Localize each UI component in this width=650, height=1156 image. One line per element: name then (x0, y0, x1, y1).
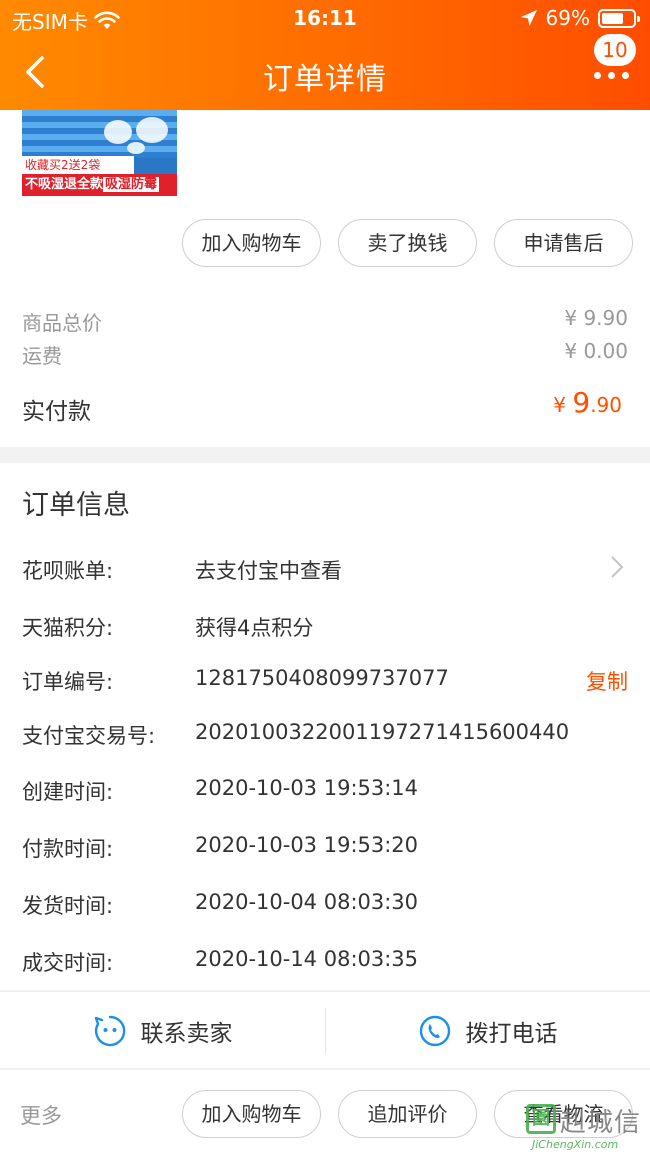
battery-icon (598, 8, 640, 28)
contact-seller-button[interactable]: 联系卖家 (0, 992, 325, 1070)
bottom-action-bar: 更多 加入购物车 追加评价 查看物流 園 赳城信 JiChengXin.com (0, 1070, 650, 1156)
paid-int: 9 (572, 386, 591, 419)
call-phone-label: 拨打电话 (465, 1021, 558, 1047)
chat-face-icon (94, 1015, 125, 1047)
paid-currency: ¥ (553, 393, 573, 417)
shipped-time-row: 发货时间: 2020-10-04 08:03:30 (0, 890, 650, 930)
product-image[interactable]: 收藏买2送2袋 不吸湿退全款 吸湿防霉 (22, 110, 177, 196)
order-number-label: 订单编号: (22, 670, 114, 694)
points-label: 天猫积分: (22, 616, 114, 640)
paid-time-value: 2020-10-03 19:53:20 (195, 833, 419, 857)
header-bar: 无SIM卡 16:11 69% 订单详情 10 (0, 0, 650, 110)
order-info-section: 订单信息 花呗账单: 去支付宝中查看 天猫积分: 获得4点积分 订单编号: 12… (0, 463, 650, 990)
completed-time-label: 成交时间: (22, 951, 114, 975)
paid-time-row: 付款时间: 2020-10-03 19:53:20 (0, 833, 650, 873)
after-sales-button[interactable]: 申请售后 (494, 219, 633, 267)
phone-icon (419, 1015, 450, 1047)
message-badge[interactable]: 10 (594, 34, 636, 66)
completed-time-row: 成交时间: 2020-10-14 08:03:35 (0, 947, 650, 987)
paid-time-label: 付款时间: (22, 837, 114, 861)
product-card: 收藏买2送2袋 不吸湿退全款 吸湿防霉 加入购物车 卖了换钱 申请售后 商品总价 … (0, 110, 650, 447)
watermark-logo: 園 (526, 1104, 556, 1134)
status-bar: 无SIM卡 16:11 69% (0, 0, 650, 36)
battery-percent: 69% (545, 6, 590, 30)
resell-button[interactable]: 卖了换钱 (338, 219, 477, 267)
order-number-row: 订单编号: 1281750408099737077 复制 (0, 666, 650, 706)
alipay-trade-label: 支付宝交易号: (22, 724, 156, 748)
shipped-time-label: 发货时间: (22, 894, 114, 918)
contact-bar: 联系卖家 拨打电话 (0, 991, 650, 1069)
order-number-value: 1281750408099737077 (195, 666, 449, 690)
more-link[interactable]: 更多 (20, 1100, 62, 1130)
shipping-value: ¥ 0.00 (564, 339, 628, 363)
add-review-button[interactable]: 追加评价 (338, 1090, 477, 1138)
chevron-right-icon (611, 556, 624, 578)
created-time-row: 创建时间: 2020-10-03 19:53:14 (0, 776, 650, 816)
order-info-title: 订单信息 (22, 490, 130, 521)
huabei-row[interactable]: 花呗账单: 去支付宝中查看 (0, 555, 650, 595)
page-title: 订单详情 (263, 62, 387, 97)
status-right: 69% (520, 6, 640, 30)
contact-seller-label: 联系卖家 (140, 1021, 233, 1047)
paid-amount: ¥ 9.90 (553, 386, 622, 419)
promo-text-1: 收藏买2送2袋 (22, 156, 134, 174)
alipay-trade-value: 2020100322001197271415600440 (195, 720, 570, 744)
paid-dec: .90 (590, 393, 622, 417)
created-time-label: 创建时间: (22, 780, 114, 804)
location-arrow-icon (520, 10, 537, 26)
shipped-time-value: 2020-10-04 08:03:30 (195, 890, 419, 914)
battery-fill (602, 12, 623, 24)
promo-text-2: 不吸湿退全款 吸湿防霉 (22, 174, 177, 196)
created-time-value: 2020-10-03 19:53:14 (195, 776, 419, 800)
points-row: 天猫积分: 获得4点积分 (0, 612, 650, 652)
promo-text-2b: 吸湿防霉 (103, 177, 160, 192)
call-phone-button[interactable]: 拨打电话 (325, 992, 650, 1070)
subtotal-label: 商品总价 (22, 311, 102, 335)
promo-text-2a: 不吸湿退全款 (25, 177, 104, 192)
alipay-trade-row: 支付宝交易号: 2020100322001197271415600440 (0, 720, 650, 760)
subtotal-value: ¥ 9.90 (564, 306, 628, 330)
paid-label: 实付款 (22, 399, 91, 425)
watermark-subtext: JiChengXin.com (532, 1138, 619, 1151)
product-image-drops (104, 117, 168, 154)
copy-button[interactable]: 复制 (586, 666, 628, 696)
watermark-text: 赳城信 (560, 1108, 642, 1138)
completed-time-value: 2020-10-14 08:03:35 (195, 947, 419, 971)
huabei-label: 花呗账单: (22, 559, 114, 583)
site-watermark: 園 赳城信 JiChengXin.com (526, 1100, 644, 1154)
points-value: 获得4点积分 (195, 616, 314, 640)
huabei-value: 去支付宝中查看 (195, 559, 342, 583)
bottom-add-to-cart-button[interactable]: 加入购物车 (182, 1090, 321, 1138)
shipping-label: 运费 (22, 344, 62, 368)
add-to-cart-button[interactable]: 加入购物车 (182, 219, 321, 267)
